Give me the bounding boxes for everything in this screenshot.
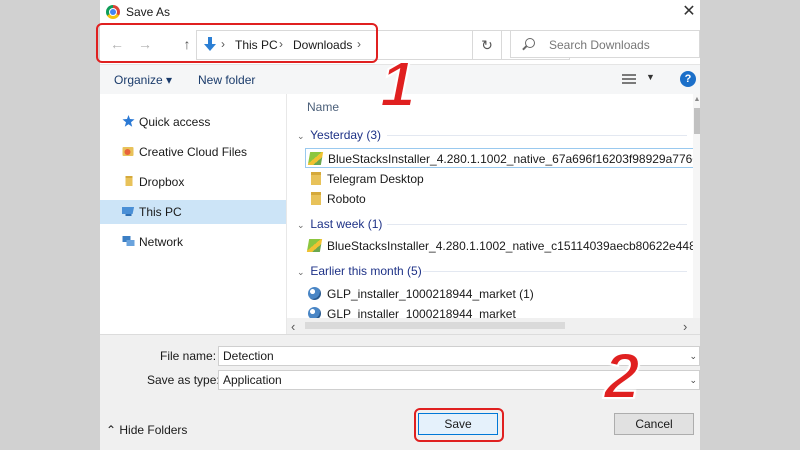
group-header-yesterday[interactable]: ⌄ Yesterday (3) xyxy=(297,128,381,142)
file-item[interactable]: BlueStacksInstaller_4.280.1.1002_native_… xyxy=(305,236,700,256)
group-header-earlier-this-month[interactable]: ⌄ Earlier this month (5) xyxy=(297,264,422,278)
sidebar-item-label: Dropbox xyxy=(139,175,185,189)
search-input[interactable]: Search Downloads xyxy=(510,30,700,58)
refresh-icon[interactable]: ↻ xyxy=(472,30,502,60)
horizontal-scrollbar[interactable]: ‹ › xyxy=(287,318,700,334)
vertical-scrollbar[interactable]: ▲ xyxy=(693,94,700,318)
installer-globe-icon xyxy=(308,287,321,300)
file-name-label: File name: xyxy=(160,349,217,363)
cancel-button[interactable]: Cancel xyxy=(614,413,694,435)
computer-icon xyxy=(122,207,135,216)
group-divider xyxy=(387,224,687,225)
help-icon[interactable]: ? xyxy=(680,71,696,87)
sidebar-item-label: Quick access xyxy=(139,115,211,129)
sidebar-item-network[interactable]: Network xyxy=(100,230,286,254)
save-as-type-value: Application xyxy=(223,373,282,387)
group-header-label: Last week (1) xyxy=(310,217,383,231)
bluestacks-icon xyxy=(307,152,324,165)
network-icon xyxy=(122,236,135,246)
scroll-right-icon[interactable]: › xyxy=(683,319,687,334)
view-options-icon[interactable] xyxy=(622,74,636,85)
view-dropdown-icon[interactable]: ▼ xyxy=(646,72,655,82)
chevron-down-icon: ⌄ xyxy=(297,131,305,141)
hide-folders-button[interactable]: ⌃ Hide Folders xyxy=(106,423,187,437)
folder-icon xyxy=(125,176,133,186)
chevron-down-icon: ⌄ xyxy=(297,267,305,277)
sidebar-item-creative-cloud-files[interactable]: Creative Cloud Files xyxy=(100,140,286,164)
address-highlight-box xyxy=(96,23,378,63)
group-divider xyxy=(387,135,687,136)
group-divider xyxy=(423,271,687,272)
search-placeholder: Search Downloads xyxy=(549,38,650,52)
sidebar-item-quick-access[interactable]: Quick access xyxy=(100,110,286,134)
file-item[interactable]: BlueStacksInstaller_4.280.1.1002_native_… xyxy=(305,148,700,168)
save-highlight-box xyxy=(414,408,504,442)
new-folder-button[interactable]: New folder xyxy=(198,73,255,87)
navigation-pane: Quick access Creative Cloud Files Dropbo… xyxy=(100,94,286,334)
file-name: BlueStacksInstaller_4.280.1.1002_native_… xyxy=(327,239,700,253)
creative-cloud-icon xyxy=(122,147,134,156)
file-name: Roboto xyxy=(327,192,366,206)
chrome-icon xyxy=(106,5,120,19)
step-1-label: 1 xyxy=(379,48,417,120)
column-header-name[interactable]: Name xyxy=(307,100,339,114)
search-icon xyxy=(525,38,535,48)
scroll-up-icon[interactable]: ▲ xyxy=(693,96,700,103)
file-name: BlueStacksInstaller_4.280.1.1002_native_… xyxy=(328,152,700,166)
chevron-down-icon[interactable]: ⌄ xyxy=(689,371,697,389)
file-item[interactable]: Roboto xyxy=(305,189,700,209)
file-name-value: Detection xyxy=(223,349,274,363)
scrollbar-thumb[interactable] xyxy=(694,108,700,134)
folder-icon xyxy=(311,172,321,185)
sidebar-item-label: Creative Cloud Files xyxy=(139,145,248,159)
sidebar-item-dropbox[interactable]: Dropbox xyxy=(100,170,286,194)
group-header-label: Earlier this month (5) xyxy=(310,264,422,278)
group-header-label: Yesterday (3) xyxy=(310,128,382,142)
chevron-down-icon[interactable]: ⌄ xyxy=(689,347,697,365)
file-item[interactable]: GLP_installer_1000218944_market (1) xyxy=(305,284,700,304)
sidebar-item-this-pc[interactable]: This PC xyxy=(100,200,286,224)
background-left xyxy=(0,0,100,450)
star-icon xyxy=(122,115,135,127)
file-name: Telegram Desktop xyxy=(327,172,424,186)
folder-icon xyxy=(311,192,321,205)
close-icon[interactable]: ✕ xyxy=(680,2,698,22)
file-item[interactable]: Telegram Desktop xyxy=(305,169,700,189)
scrollbar-thumb[interactable] xyxy=(305,322,565,329)
group-header-last-week[interactable]: ⌄ Last week (1) xyxy=(297,217,382,231)
step-2-label: 2 xyxy=(603,340,641,412)
sidebar-item-label: Network xyxy=(139,235,184,249)
organize-button[interactable]: Organize ▾ xyxy=(114,73,172,87)
file-list: Name ⌄ Yesterday (3) BlueStacksInstaller… xyxy=(286,94,700,334)
sidebar-item-label: This PC xyxy=(139,205,182,219)
bluestacks-icon xyxy=(306,239,323,252)
window-title: Save As xyxy=(126,5,171,19)
file-name: GLP_installer_1000218944_market (1) xyxy=(327,287,534,301)
scroll-left-icon[interactable]: ‹ xyxy=(291,319,295,334)
chevron-down-icon: ⌄ xyxy=(297,220,305,230)
background-right xyxy=(700,0,800,450)
save-as-type-label: Save as type: xyxy=(147,373,220,387)
